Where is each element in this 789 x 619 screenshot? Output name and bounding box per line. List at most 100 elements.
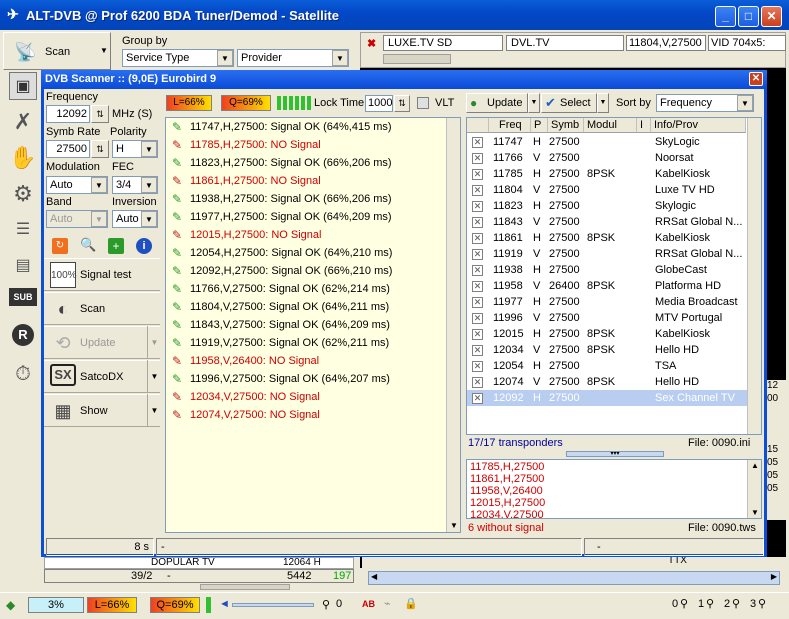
row-checkbox[interactable]: ✕	[472, 297, 483, 308]
modulation-select[interactable]: Auto ▼	[46, 176, 108, 194]
add-icon[interactable]: +	[108, 238, 124, 254]
no-signal-scrollbar[interactable]: ▲ ▼	[747, 460, 761, 518]
no-signal-row[interactable]: 11785,H,27500	[470, 461, 761, 473]
scan-log-list[interactable]: ✎ 11747,H,27500: Signal OK (64%,415 ms) ✎ 1…	[165, 117, 461, 533]
sort-by-select[interactable]: Frequency ▼	[656, 94, 754, 112]
row-checkbox[interactable]: ✕	[472, 281, 483, 292]
scan-log-scrollbar[interactable]: ▼	[446, 118, 460, 532]
scan-log-row[interactable]: ✎ 12054,H,27500: Signal OK (64%,210 ms)	[166, 244, 460, 262]
tools-icon[interactable]: ✗	[9, 108, 37, 136]
chevron-down-icon[interactable]: ▼	[147, 360, 161, 393]
column-freq[interactable]: Freq	[489, 118, 531, 133]
signal-test-button[interactable]: 100% Signal test	[44, 258, 160, 291]
chevron-down-icon[interactable]: ▼	[597, 93, 609, 113]
transponder-row[interactable]: ✕ 11938 H 27500 GlobeCast	[467, 262, 761, 278]
scan-log-row[interactable]: ✎ 12092,H,27500: Signal OK (66%,210 ms)	[166, 262, 460, 280]
chevron-down-icon[interactable]: ▼	[751, 508, 759, 517]
transponder-row[interactable]: ✕ 11843 V 27500 RRSat Global N...	[467, 214, 761, 230]
column-polarity[interactable]: P	[531, 118, 548, 133]
monitor-icon[interactable]: ▣	[9, 72, 37, 100]
slot-3[interactable]: 3	[750, 598, 756, 610]
row-checkbox[interactable]: ✕	[472, 345, 483, 356]
transponder-row[interactable]: ✕ 11747 H 27500 SkyLogic	[467, 134, 761, 150]
transponder-row[interactable]: ✕ 11919 V 27500 RRSat Global N...	[467, 246, 761, 262]
transponder-row[interactable]: ✕ 12092 H 27500 Sex Channel TV	[467, 390, 761, 406]
behind-scrollbar[interactable]	[200, 584, 290, 590]
timer-icon[interactable]: ⏱	[9, 360, 37, 388]
volume-slider[interactable]	[232, 603, 314, 607]
select-button[interactable]: ✔ Select	[541, 93, 597, 113]
column-modul[interactable]: Modul	[584, 118, 637, 133]
no-signal-row[interactable]: 12015,H,27500	[470, 497, 761, 509]
row-checkbox[interactable]: ✕	[472, 329, 483, 340]
scan-log-row[interactable]: ✎ 11785,H,27500: NO Signal	[166, 136, 460, 154]
frequency-spin-icon[interactable]: ⇅	[91, 105, 109, 123]
close-button[interactable]: ✕	[761, 6, 782, 27]
transponder-row[interactable]: ✕ 12015 H 27500 8PSK KabelKiosk	[467, 326, 761, 342]
column-info-prov[interactable]: Info/Prov	[651, 118, 746, 133]
transponder-row[interactable]: ✕ 11996 V 27500 MTV Portugal	[467, 310, 761, 326]
scan-log-row[interactable]: ✎ 12015,H,27500: NO Signal	[166, 226, 460, 244]
scan-log-row[interactable]: ✎ 11977,H,27500: Signal OK (64%,209 ms)	[166, 208, 460, 226]
scan-log-row[interactable]: ✎ 11919,V,27500: Signal OK (62%,211 ms)	[166, 334, 460, 352]
scan-log-row[interactable]: ✎ 12034,V,27500: NO Signal	[166, 388, 460, 406]
satcodx-button[interactable]: SX SatcoDX	[44, 360, 160, 393]
minimize-button[interactable]: _	[715, 6, 736, 27]
splitter-handle[interactable]: ▾▾▾	[566, 451, 664, 457]
chevron-down-icon[interactable]: ▼	[147, 394, 161, 427]
row-checkbox[interactable]: ✕	[472, 249, 483, 260]
fec-select[interactable]: 3/4 ▼	[112, 176, 158, 194]
transponder-row[interactable]: ✕ 11861 H 27500 8PSK KabelKiosk	[467, 230, 761, 246]
transponder-row[interactable]: ✕ 11785 H 27500 8PSK KabelKiosk	[467, 166, 761, 182]
update-button[interactable]: ● Update	[466, 93, 528, 113]
dialog-close-button[interactable]: ✕	[749, 72, 763, 86]
transponder-row[interactable]: ✕ 11766 V 27500 Noorsat	[467, 150, 761, 166]
chevron-down-icon[interactable]: ▼	[528, 93, 540, 113]
slot-1[interactable]: 1	[698, 598, 704, 610]
provider-select[interactable]: Provider ▼	[237, 49, 349, 67]
scan-log-row[interactable]: ✎ 11804,V,27500: Signal OK (64%,211 ms)	[166, 298, 460, 316]
transponder-row[interactable]: ✕ 12034 V 27500 8PSK Hello HD	[467, 342, 761, 358]
record-icon[interactable]: R	[12, 324, 34, 346]
transponder-row[interactable]: ✕ 11977 H 27500 Media Broadcast	[467, 294, 761, 310]
no-signal-row[interactable]: 11958,V,26400	[470, 485, 761, 497]
show-button[interactable]: ▦ Show	[44, 394, 160, 427]
list-icon[interactable]: ☰	[9, 216, 37, 244]
scan-log-row[interactable]: ✎ 11958,V,26400: NO Signal	[166, 352, 460, 370]
scan-log-row[interactable]: ✎ 11747,H,27500: Signal OK (64%,415 ms)	[166, 118, 460, 136]
scan-log-row[interactable]: ✎ 11843,V,27500: Signal OK (64%,209 ms)	[166, 316, 460, 334]
chevron-left-icon[interactable]: ◀	[371, 572, 377, 581]
chevron-up-icon[interactable]: ▲	[751, 461, 759, 470]
scan-log-row[interactable]: ✎ 11938,H,27500: Signal OK (66%,206 ms)	[166, 190, 460, 208]
column-i[interactable]: I	[637, 118, 651, 133]
row-checkbox[interactable]: ✕	[472, 153, 483, 164]
inversion-select[interactable]: Auto ▼	[112, 210, 158, 228]
scan-log-row[interactable]: ✎ 11996,V,27500: Signal OK (64%,207 ms)	[166, 370, 460, 388]
hand-icon[interactable]: ✋	[9, 144, 37, 172]
slot-0[interactable]: 0	[672, 598, 678, 610]
settings-gear-icon[interactable]: ⚙	[9, 180, 37, 208]
scan-log-row[interactable]: ✎ 11861,H,27500: NO Signal	[166, 172, 460, 190]
maximize-button[interactable]: □	[738, 6, 759, 27]
transponder-row[interactable]: ✕ 12054 H 27500 TSA	[467, 358, 761, 374]
row-checkbox[interactable]: ✕	[472, 361, 483, 372]
table-scrollbar[interactable]	[747, 118, 761, 434]
chevron-right-icon[interactable]: ▶	[771, 572, 777, 581]
slot-2[interactable]: 2	[724, 598, 730, 610]
symbrate-spin-icon[interactable]: ⇅	[91, 140, 109, 158]
group-by-select[interactable]: Service Type ▼	[122, 49, 234, 67]
row-checkbox[interactable]: ✕	[472, 169, 483, 180]
row-checkbox[interactable]: ✕	[472, 393, 483, 404]
scan-log-row[interactable]: ✎ 11766,V,27500: Signal OK (62%,214 ms)	[166, 280, 460, 298]
teletext-icon[interactable]: ▤	[9, 252, 37, 280]
info-icon[interactable]: i	[136, 238, 152, 254]
behind-horizontal-scrollbar[interactable]: ◀ ▶	[368, 571, 780, 585]
row-checkbox[interactable]: ✕	[472, 201, 483, 212]
no-signal-list[interactable]: 11785,H,27500 11861,H,27500 11958,V,26400 1…	[466, 459, 762, 519]
scan-log-row[interactable]: ✎ 12074,V,27500: NO Signal	[166, 406, 460, 424]
no-signal-row[interactable]: 12034,V,27500	[470, 509, 761, 518]
transponder-row[interactable]: ✕ 11823 H 27500 Skylogic	[467, 198, 761, 214]
subtitle-icon[interactable]: SUB	[9, 288, 37, 306]
symbrate-input[interactable]: 27500	[46, 140, 90, 158]
vlt-checkbox[interactable]	[417, 97, 429, 109]
